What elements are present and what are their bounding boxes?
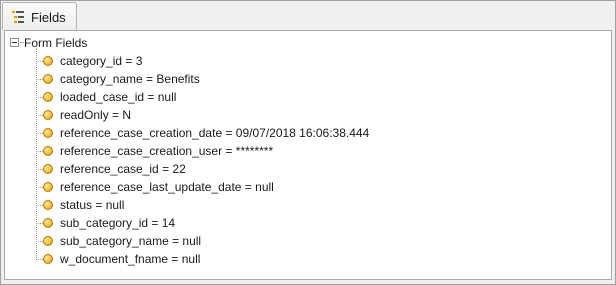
tree-item[interactable]: reference_case_creation_user = ******** [5, 143, 605, 161]
field-icon [43, 182, 53, 192]
tree-item[interactable]: category_id = 3 [5, 53, 605, 71]
field-icon [43, 164, 53, 174]
tab-label: Fields [31, 10, 66, 25]
tree-item[interactable]: reference_case_last_update_date = null [5, 179, 605, 197]
tree-item-label: sub_category_id = 14 [60, 216, 176, 230]
tree-item-label: reference_case_last_update_date = null [60, 180, 274, 194]
tree-root[interactable]: Form Fields [5, 31, 205, 50]
field-icon [43, 146, 53, 156]
field-icon [43, 128, 53, 138]
collapse-icon[interactable] [10, 38, 19, 47]
tab-fields[interactable]: Fields [2, 2, 77, 30]
field-icon [43, 254, 53, 264]
tree-item-label: readOnly = N [60, 108, 132, 122]
field-icon [43, 218, 53, 228]
tree-item-label: category_id = 3 [60, 54, 143, 68]
field-icon [43, 56, 53, 66]
tree-panel[interactable]: Form Fields category_id = 3 category_name… [4, 30, 612, 280]
list-tree-icon [12, 11, 25, 23]
tree-item[interactable]: reference_case_creation_date = 09/07/201… [5, 125, 605, 143]
field-icon [43, 200, 53, 210]
field-icon [43, 74, 53, 84]
field-icon [43, 236, 53, 246]
field-icon [43, 92, 53, 102]
tree-item[interactable]: category_name = Benefits [5, 71, 605, 89]
tree-root-label: Form Fields [24, 36, 88, 50]
tree-item[interactable]: sub_category_name = null [5, 233, 605, 251]
tree-item[interactable]: status = null [5, 197, 605, 215]
tree-item-label: reference_case_id = 22 [60, 162, 186, 176]
tree-item[interactable]: loaded_case_id = null [5, 89, 605, 107]
tab-bar: Fields [1, 1, 615, 30]
tree-item-label: sub_category_name = null [60, 234, 202, 248]
tree-items: category_id = 3 category_name = Benefits l… [5, 53, 605, 269]
tree-item[interactable]: readOnly = N [5, 107, 605, 125]
fields-view: Fields Form Fields category_id = 3 catego… [0, 0, 616, 285]
tree-item-label: reference_case_creation_date = 09/07/201… [60, 126, 370, 140]
tree-item-label: category_name = Benefits [60, 72, 200, 86]
tree-item[interactable]: reference_case_id = 22 [5, 161, 605, 179]
tree-item-label: status = null [60, 198, 125, 212]
tree-item-label: w_document_fname = null [60, 252, 201, 266]
field-icon [43, 110, 53, 120]
tree-item[interactable]: sub_category_id = 14 [5, 215, 605, 233]
tree-item-label: loaded_case_id = null [60, 90, 177, 104]
tree-item[interactable]: w_document_fname = null [5, 251, 605, 269]
tree-item-label: reference_case_creation_user = ******** [60, 144, 274, 158]
